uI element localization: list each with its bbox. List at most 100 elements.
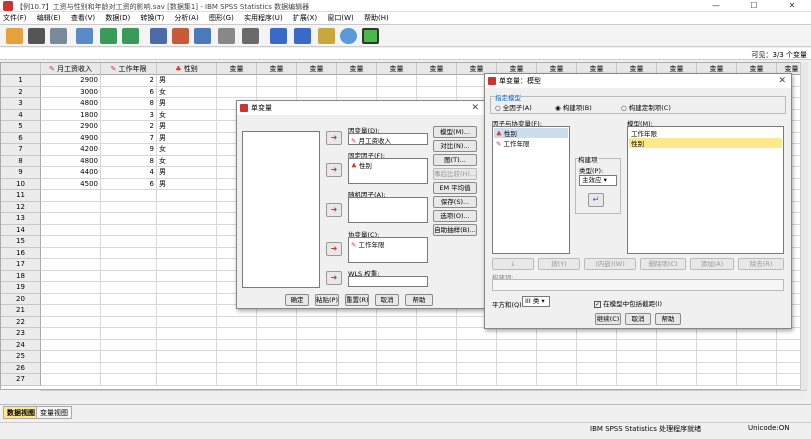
table-cell[interactable] xyxy=(101,270,157,282)
table-cell[interactable] xyxy=(417,86,457,98)
table-cell[interactable] xyxy=(457,339,497,351)
table-cell[interactable] xyxy=(41,293,101,305)
help-button[interactable]: 帮助 xyxy=(655,313,681,325)
column-header-var[interactable]: 变量 xyxy=(377,63,417,75)
wls-weight-field[interactable] xyxy=(348,276,428,287)
table-cell[interactable] xyxy=(217,75,257,87)
menu-transform[interactable]: 转换(T) xyxy=(140,12,164,25)
covariate-list[interactable]: ✎ 工作年限 xyxy=(348,237,428,263)
row-header[interactable]: 12 xyxy=(1,201,41,213)
menu-file[interactable]: 文件(F) xyxy=(3,12,27,25)
table-cell[interactable] xyxy=(41,270,101,282)
table-cell[interactable]: 3 xyxy=(101,109,157,121)
ok-button[interactable]: 确定 xyxy=(285,294,309,306)
table-cell[interactable] xyxy=(157,339,217,351)
table-cell[interactable] xyxy=(337,86,377,98)
table-cell[interactable] xyxy=(257,351,297,363)
row-header[interactable]: 16 xyxy=(1,247,41,259)
table-cell[interactable] xyxy=(737,339,777,351)
plots-button[interactable]: 图(T)... xyxy=(433,154,477,166)
table-cell[interactable]: 4200 xyxy=(41,144,101,156)
dialog-recall-icon[interactable] xyxy=(76,28,93,44)
column-header-salary[interactable]: ✎ 月工资收入 xyxy=(41,63,101,75)
save-button[interactable]: 保存(S)... xyxy=(433,196,477,208)
post-hoc-button[interactable]: 事后比较(H)... xyxy=(433,168,477,180)
table-cell[interactable] xyxy=(497,339,537,351)
table-cell[interactable] xyxy=(417,362,457,374)
table-cell[interactable] xyxy=(417,374,457,386)
table-cell[interactable] xyxy=(537,362,577,374)
table-cell[interactable] xyxy=(417,351,457,363)
row-header[interactable]: 10 xyxy=(1,178,41,190)
table-cell[interactable]: 2 xyxy=(101,75,157,87)
table-cell[interactable] xyxy=(497,328,537,340)
column-header-var[interactable]: 变量 xyxy=(297,63,337,75)
table-cell[interactable] xyxy=(101,190,157,202)
options-button[interactable]: 选项(O)... xyxy=(433,210,477,222)
table-cell[interactable] xyxy=(157,362,217,374)
table-cell[interactable] xyxy=(41,362,101,374)
table-cell[interactable] xyxy=(457,328,497,340)
table-cell[interactable] xyxy=(41,190,101,202)
variables-icon[interactable] xyxy=(194,28,211,44)
row-header[interactable]: 9 xyxy=(1,167,41,179)
table-cell[interactable] xyxy=(257,86,297,98)
table-cell[interactable] xyxy=(377,328,417,340)
model-button[interactable]: 模型(M)... xyxy=(433,126,477,138)
table-cell[interactable] xyxy=(101,236,157,248)
table-cell[interactable] xyxy=(41,224,101,236)
clear-term-button[interactable]: 删除项(C) xyxy=(640,258,686,270)
move-to-dependent-arrow[interactable]: ➜ xyxy=(326,131,342,145)
row-header[interactable]: 25 xyxy=(1,351,41,363)
contrasts-button[interactable]: 对比(N)... xyxy=(433,140,477,152)
table-cell[interactable] xyxy=(657,339,697,351)
table-cell[interactable] xyxy=(657,362,697,374)
table-cell[interactable] xyxy=(737,362,777,374)
table-cell[interactable] xyxy=(337,374,377,386)
table-cell[interactable] xyxy=(657,374,697,386)
horizontal-scrollbar[interactable] xyxy=(40,390,807,398)
table-cell[interactable]: 男 xyxy=(157,75,217,87)
row-header[interactable]: 20 xyxy=(1,293,41,305)
fixed-factor-list[interactable]: ♣ 性别 xyxy=(348,158,428,184)
type-select[interactable]: 主效应 ▾ xyxy=(579,175,617,186)
table-cell[interactable] xyxy=(41,282,101,294)
table-cell[interactable] xyxy=(157,374,217,386)
table-cell[interactable] xyxy=(537,328,577,340)
row-header[interactable]: 24 xyxy=(1,339,41,351)
table-cell[interactable] xyxy=(101,305,157,317)
table-cell[interactable]: 4 xyxy=(101,167,157,179)
table-cell[interactable] xyxy=(377,86,417,98)
undo-icon[interactable] xyxy=(100,28,117,44)
include-intercept-checkbox[interactable]: ✓ 在模型中包括截距(I) xyxy=(594,298,662,308)
table-cell[interactable] xyxy=(157,293,217,305)
table-cell[interactable] xyxy=(157,282,217,294)
row-header[interactable]: 1 xyxy=(1,75,41,87)
table-cell[interactable]: 4800 xyxy=(41,155,101,167)
use-sets-icon[interactable] xyxy=(362,28,379,44)
table-cell[interactable]: 4500 xyxy=(41,178,101,190)
table-cell[interactable]: 2900 xyxy=(41,121,101,133)
row-header[interactable]: 4 xyxy=(1,109,41,121)
table-cell[interactable] xyxy=(417,328,457,340)
term-field[interactable] xyxy=(492,279,784,291)
row-header[interactable]: 13 xyxy=(1,213,41,225)
table-cell[interactable] xyxy=(101,374,157,386)
table-cell[interactable]: 女 xyxy=(157,109,217,121)
help-button[interactable]: 帮助 xyxy=(405,294,433,306)
table-cell[interactable]: 1800 xyxy=(41,109,101,121)
table-cell[interactable] xyxy=(297,351,337,363)
table-cell[interactable]: 6 xyxy=(101,178,157,190)
table-cell[interactable] xyxy=(457,362,497,374)
table-cell[interactable] xyxy=(697,362,737,374)
row-header[interactable]: 5 xyxy=(1,121,41,133)
table-cell[interactable]: 4400 xyxy=(41,167,101,179)
close-window-button[interactable]: ✕ xyxy=(773,0,811,12)
row-header[interactable]: 11 xyxy=(1,190,41,202)
table-cell[interactable]: 2900 xyxy=(41,75,101,87)
bootstrap-button[interactable]: 自助抽样(B)... xyxy=(433,224,477,236)
table-cell[interactable] xyxy=(41,236,101,248)
table-cell[interactable] xyxy=(157,201,217,213)
table-cell[interactable]: 3000 xyxy=(41,86,101,98)
row-header[interactable]: 19 xyxy=(1,282,41,294)
